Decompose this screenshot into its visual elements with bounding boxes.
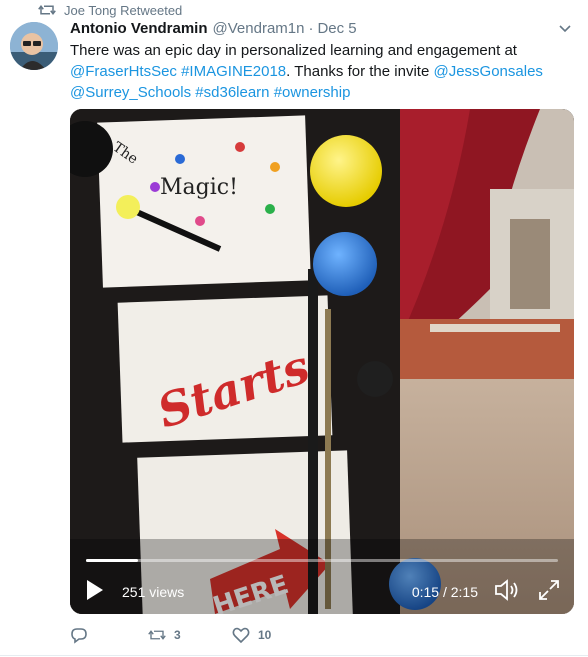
- view-count: 251 views: [122, 584, 185, 600]
- volume-icon[interactable]: [494, 579, 520, 601]
- heart-icon: [232, 627, 250, 644]
- retweet-count: 3: [174, 628, 181, 642]
- separator-dot: ·: [308, 20, 314, 37]
- video-controls: 251 views 0:15 / 2:15: [70, 571, 574, 607]
- video-frame: Magic! The Starts HERE: [70, 109, 574, 614]
- tweet-text-segment: There was an epic day in personalized le…: [70, 42, 517, 59]
- video-progress-fill: [86, 559, 139, 562]
- retweet-icon: [38, 5, 56, 15]
- play-icon[interactable]: [86, 579, 104, 601]
- reply-button[interactable]: [70, 626, 148, 644]
- fullscreen-icon[interactable]: [538, 579, 560, 601]
- tweet-date[interactable]: Dec 5: [317, 20, 356, 37]
- sign-magic: Magic!: [160, 175, 238, 200]
- reply-icon: [71, 628, 87, 644]
- tweet-text-segment: . Thanks for the invite: [286, 63, 434, 80]
- tweet-header: Antonio Vendramin @Vendram1n · Dec 5: [70, 20, 558, 40]
- tweet-link[interactable]: #IMAGINE2018: [181, 63, 286, 80]
- tweet-link[interactable]: #sd36learn: [195, 84, 269, 101]
- avatar[interactable]: [10, 22, 58, 70]
- video-timecode: 0:15 / 2:15: [411, 584, 478, 600]
- author-handle[interactable]: @Vendram1n: [213, 20, 305, 37]
- retweet-button[interactable]: 3: [148, 626, 232, 644]
- divider: [0, 655, 588, 656]
- retweet-context[interactable]: Joe Tong Retweeted: [38, 2, 182, 18]
- like-count: 10: [258, 628, 272, 642]
- like-button[interactable]: 10: [232, 626, 271, 644]
- avatar-image: [10, 22, 58, 70]
- tweet-link[interactable]: @FraserHtsSec: [70, 63, 177, 80]
- video-player[interactable]: Magic! The Starts HERE 251 views 0:15 / …: [70, 109, 574, 614]
- video-progress-bar[interactable]: [86, 559, 558, 562]
- tweet-link[interactable]: @Surrey_Schools: [70, 84, 191, 101]
- retweet-icon: [148, 630, 166, 640]
- tweet-link[interactable]: @JessGonsales: [433, 63, 542, 80]
- tweet-text: There was an epic day in personalized le…: [70, 40, 570, 103]
- tweet-link[interactable]: #ownership: [274, 84, 351, 101]
- tweet-actions: 3 10: [70, 624, 271, 646]
- chevron-down-icon[interactable]: [558, 22, 572, 36]
- retweet-text: Joe Tong Retweeted: [64, 2, 183, 18]
- author-name[interactable]: Antonio Vendramin: [70, 20, 208, 37]
